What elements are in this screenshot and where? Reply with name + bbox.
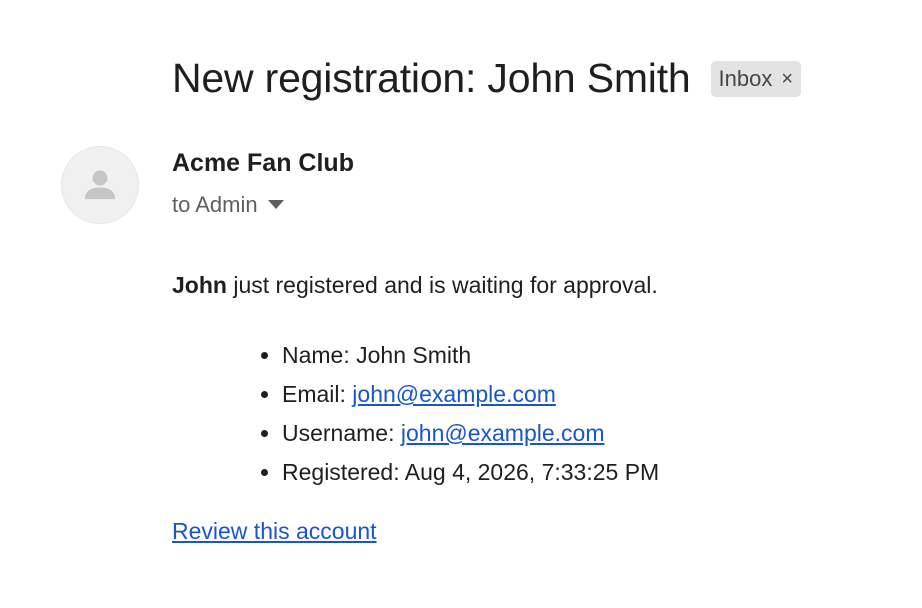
close-icon[interactable]: × [781, 69, 793, 89]
detail-email-label: Email: [282, 381, 353, 407]
email-subject-row: New registration: John Smith Inbox × [172, 52, 802, 104]
recipient-details-toggle[interactable] [267, 200, 284, 210]
detail-name: Name: John Smith [282, 336, 659, 375]
inbox-label-text: Inbox [718, 66, 773, 91]
detail-username: Username: john@example.com [282, 414, 659, 453]
caret-down-icon [267, 200, 284, 209]
registration-details-list: Name: John Smith Email: john@example.com… [236, 336, 659, 492]
recipient-text: to Admin [172, 192, 258, 217]
recipient-line: to Admin [172, 192, 284, 218]
email-subject: New registration: John Smith [172, 55, 691, 101]
intro-text: just registered and is waiting for appro… [226, 272, 658, 298]
detail-registered: Registered: Aug 4, 2026, 7:33:25 PM [282, 453, 659, 492]
detail-registered-value: Aug 4, 2026, 7:33:25 PM [404, 459, 660, 485]
detail-email: Email: john@example.com [282, 375, 659, 414]
intro-name: John [172, 272, 227, 298]
detail-name-value: John Smith [356, 342, 472, 368]
inbox-label-chip[interactable]: Inbox × [710, 61, 802, 97]
person-icon [85, 170, 115, 199]
detail-username-label: Username: [282, 420, 401, 446]
email-link[interactable]: john@example.com [352, 381, 556, 407]
username-link[interactable]: john@example.com [401, 420, 605, 446]
detail-registered-label: Registered: [282, 459, 405, 485]
sender-avatar[interactable] [61, 146, 139, 224]
review-account-link[interactable]: Review this account [172, 518, 377, 545]
sender-name[interactable]: Acme Fan Club [172, 149, 354, 178]
email-intro: John just registered and is waiting for … [172, 272, 658, 299]
detail-name-label: Name: [282, 342, 357, 368]
